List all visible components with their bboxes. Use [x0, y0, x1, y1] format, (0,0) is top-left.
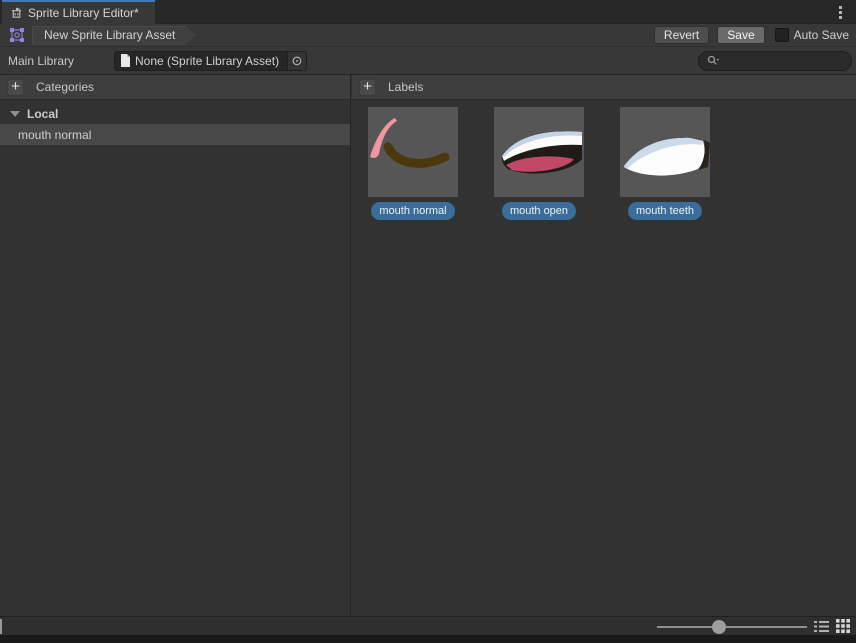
category-row-mouth-normal[interactable]: mouth normal: [0, 124, 350, 145]
toolbar: New Sprite Library Asset Revert Save Aut…: [0, 24, 856, 47]
add-label-button[interactable]: +: [359, 79, 376, 96]
categories-header: + Categories: [0, 75, 350, 100]
list-view-icon[interactable]: [813, 618, 829, 634]
local-foldout[interactable]: Local: [0, 103, 350, 124]
labels-header: + Labels: [352, 75, 856, 100]
tab-sprite-library-editor[interactable]: Sprite Library Editor*: [2, 0, 155, 24]
label-cell-mouth-teeth[interactable]: mouth teeth: [620, 107, 710, 220]
mouth-open-sprite: [494, 107, 584, 197]
window-menu-icon[interactable]: [832, 4, 848, 20]
label-pill: mouth teeth: [628, 202, 702, 220]
resize-notch: [0, 619, 2, 634]
add-category-button[interactable]: +: [7, 79, 24, 96]
foldout-label: Local: [27, 107, 58, 121]
mouth-normal-sprite: [368, 107, 458, 197]
auto-save-checkbox[interactable]: [775, 28, 789, 42]
asset-file-icon: [120, 54, 131, 67]
label-cell-mouth-open[interactable]: mouth open: [494, 107, 584, 220]
revert-button[interactable]: Revert: [654, 26, 709, 44]
bottom-bar: [0, 616, 856, 635]
panels: + Categories Local mouth normal + Labels: [0, 75, 856, 616]
mouth-teeth-sprite: [620, 107, 710, 197]
object-picker-icon[interactable]: ⊙: [287, 52, 306, 70]
breadcrumb-item[interactable]: New Sprite Library Asset: [32, 26, 195, 45]
labels-grid: mouth normal mouth open: [352, 100, 856, 616]
categories-panel: + Categories Local mouth normal: [0, 75, 351, 616]
label-pill: mouth normal: [371, 202, 454, 220]
window-bottom-edge: [0, 635, 856, 643]
zoom-slider-track[interactable]: [657, 626, 807, 628]
sprite-library-asset-icon: [8, 26, 26, 44]
label-cell-mouth-normal[interactable]: mouth normal: [368, 107, 458, 220]
main-library-label: Main Library: [8, 54, 114, 68]
tab-bar: Sprite Library Editor*: [0, 0, 856, 24]
grid-view-icon[interactable]: [835, 618, 851, 634]
tab-title: Sprite Library Editor*: [28, 6, 139, 20]
categories-title: Categories: [36, 80, 94, 94]
auto-save-label: Auto Save: [794, 28, 849, 42]
search-input[interactable]: [724, 54, 843, 68]
label-pill: mouth open: [502, 202, 576, 220]
object-field-value: None (Sprite Library Asset): [135, 54, 287, 68]
zoom-slider-thumb[interactable]: [712, 620, 726, 634]
main-library-object-field[interactable]: None (Sprite Library Asset) ⊙: [114, 51, 307, 71]
labels-title: Labels: [388, 80, 423, 94]
foldout-arrow-icon: [10, 111, 20, 117]
sprite-library-window-icon: [10, 7, 23, 20]
search-icon: [707, 55, 720, 67]
zoom-slider[interactable]: [657, 617, 807, 636]
search-field[interactable]: [698, 51, 852, 71]
labels-panel: + Labels mouth normal: [352, 75, 856, 616]
sprite-library-editor-window: Sprite Library Editor* New Sprite Librar…: [0, 0, 856, 643]
save-button[interactable]: Save: [717, 26, 764, 44]
